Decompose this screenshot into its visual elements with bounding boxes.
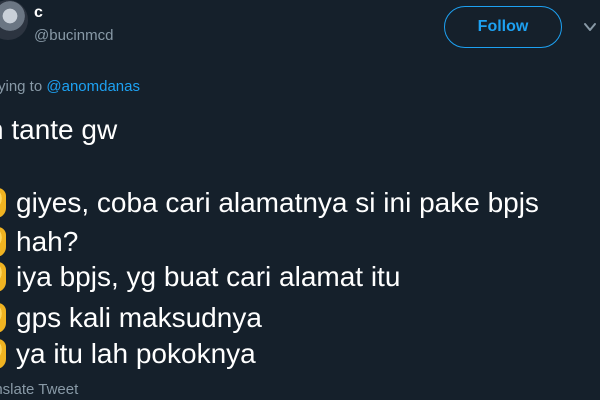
replying-to-label: ying to (0, 78, 47, 95)
person-emoji-icon (0, 303, 6, 333)
tweet-line-text: hah? (16, 226, 79, 257)
follow-button[interactable]: Follow (444, 6, 562, 48)
tweet-line-text: iya bpjs, yg buat cari alamat itu (16, 261, 401, 292)
avatar[interactable] (0, 0, 28, 40)
tweet-line: gps kali maksudnya (0, 301, 262, 335)
person-emoji-icon (0, 339, 6, 369)
tweet-line-text: giyes, coba cari alamatnya si ini pake b… (16, 187, 539, 218)
tweet-line-text: ya itu lah pokoknya (16, 338, 256, 369)
tweet-line: ya itu lah pokoknya (0, 337, 256, 371)
person-emoji-icon (0, 227, 6, 257)
person-emoji-icon (0, 262, 6, 292)
person-emoji-icon (0, 188, 6, 218)
user-handle[interactable]: @bucinmcd (34, 27, 113, 45)
mention-link[interactable]: @anomdanas (46, 78, 140, 95)
tweet-line-text: gps kali maksudnya (16, 302, 262, 333)
tweet-line: giyes, coba cari alamatnya si ini pake b… (0, 186, 539, 220)
replying-to-line: ying to @anomdanas (0, 78, 140, 95)
tweet-line: iya bpjs, yg buat cari alamat itu (0, 260, 400, 294)
tweet-intro-text: n tante gw (0, 114, 118, 145)
tweet-line: hah? (0, 225, 78, 259)
translate-tweet-link[interactable]: anslate Tweet (0, 381, 78, 398)
display-name[interactable]: c (34, 4, 43, 22)
chevron-down-icon[interactable] (583, 20, 597, 34)
